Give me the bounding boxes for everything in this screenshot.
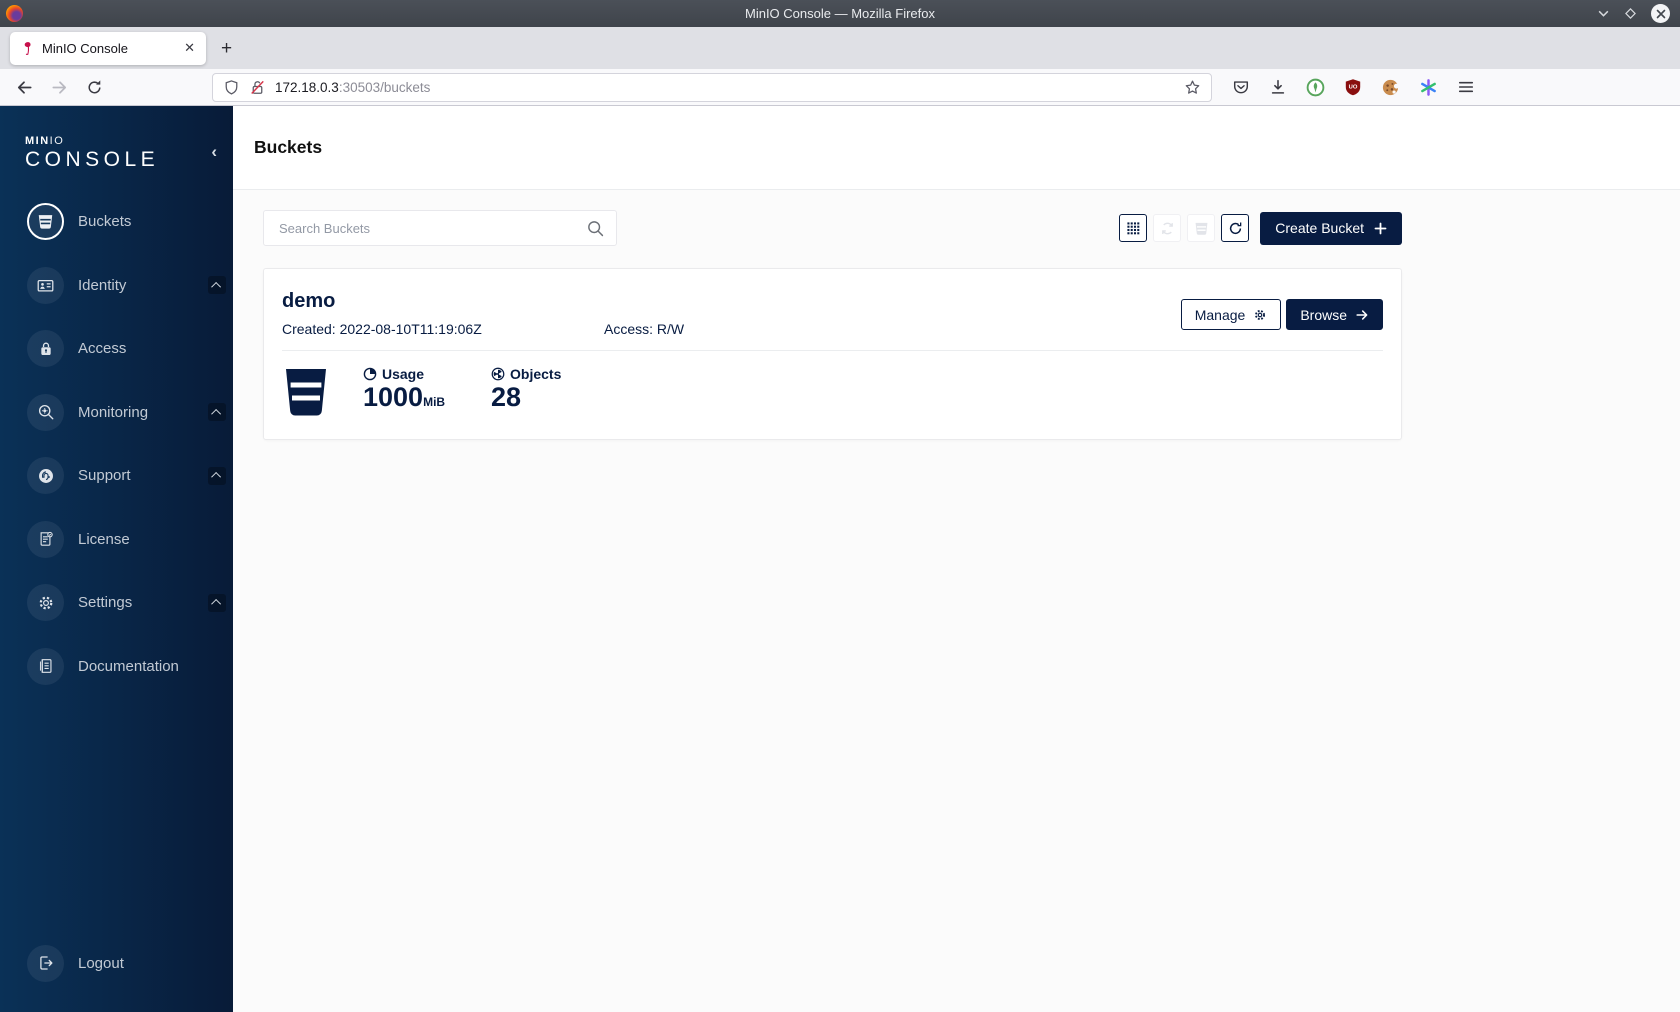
chevron-up-icon[interactable] xyxy=(208,403,226,422)
browse-label: Browse xyxy=(1300,306,1347,323)
chevron-up-icon[interactable] xyxy=(208,276,226,295)
gear-icon xyxy=(1255,309,1266,320)
sidebar-item-label: Identity xyxy=(78,276,127,294)
sidebar-item-buckets[interactable]: Buckets xyxy=(0,190,233,254)
sidebar-item-label: Buckets xyxy=(78,213,132,231)
manage-button[interactable]: Manage xyxy=(1180,299,1282,330)
id-card-icon xyxy=(27,266,64,304)
window-minimize-button[interactable] xyxy=(1597,7,1610,20)
svg-text:UO: UO xyxy=(1349,84,1358,90)
sidebar-item-license[interactable]: License xyxy=(0,508,233,572)
logo-console: CONSOLE xyxy=(25,148,160,171)
window-title: MinIO Console — Mozilla Firefox xyxy=(745,6,935,21)
asterisk-extension-icon[interactable] xyxy=(1419,78,1438,97)
usage-unit: MiB xyxy=(423,395,446,409)
tab-close-icon[interactable]: ✕ xyxy=(182,40,197,56)
insecure-lock-icon[interactable] xyxy=(249,79,266,96)
url-path: :30503/buckets xyxy=(338,79,431,95)
browse-button[interactable]: Browse xyxy=(1286,299,1383,330)
page-title: Buckets xyxy=(254,137,323,157)
sidebar-item-label: Settings xyxy=(78,594,133,612)
url-host: 172.18.0.3 xyxy=(275,79,339,95)
sidebar-item-label: Logout xyxy=(78,954,124,972)
forward-icon[interactable] xyxy=(49,77,69,97)
window-titlebar: MinIO Console — Mozilla Firefox xyxy=(0,0,1680,27)
replicate-buckets-button-disabled xyxy=(1153,214,1182,242)
new-tab-button[interactable]: + xyxy=(221,39,232,58)
search-box xyxy=(263,210,617,246)
minio-favicon-flamingo-icon xyxy=(24,41,31,55)
bucket-access-label: Access: R/W xyxy=(604,321,685,337)
page-header: Buckets xyxy=(233,106,1680,190)
sidebar-item-identity[interactable]: Identity xyxy=(0,254,233,318)
sidebar-item-settings[interactable]: Settings xyxy=(0,571,233,635)
plus-icon xyxy=(1374,222,1387,234)
url-text: 172.18.0.3:30503/buckets xyxy=(275,80,430,95)
chevron-up-icon[interactable] xyxy=(208,466,226,485)
back-icon[interactable] xyxy=(14,77,34,97)
bucket-name-link[interactable]: demo xyxy=(282,290,335,313)
url-bar[interactable]: 172.18.0.3:30503/buckets xyxy=(212,72,1212,102)
objects-icon xyxy=(491,367,505,381)
bucket-icon-large xyxy=(282,367,330,417)
sidebar-item-label: Documentation xyxy=(78,657,179,675)
logo-min: MIN xyxy=(25,135,50,147)
arrow-right-icon xyxy=(1356,309,1368,320)
bucket-created-label: Created: 2022-08-10T11:19:06Z xyxy=(282,321,482,337)
main-content: Buckets Search Buckets Create Bucket dem… xyxy=(233,106,1680,1012)
usage-label: Usage xyxy=(382,366,425,382)
sidebar-item-label: Monitoring xyxy=(78,403,149,421)
objects-label: Objects xyxy=(510,366,562,382)
browser-tab-bar: MinIO Console ✕ + xyxy=(0,27,1680,69)
lock-icon xyxy=(27,330,64,368)
shield-icon[interactable] xyxy=(223,79,240,96)
reload-icon[interactable] xyxy=(84,77,104,97)
pocket-icon[interactable] xyxy=(1232,78,1250,96)
bucket-card-demo[interactable]: demo Created: 2022-08-10T11:19:06Z Acces… xyxy=(263,268,1402,440)
manage-label: Manage xyxy=(1194,306,1246,323)
monitoring-search-icon xyxy=(27,393,64,431)
search-icon xyxy=(586,219,605,238)
downloads-icon[interactable] xyxy=(1269,78,1287,96)
extension-green-icon[interactable] xyxy=(1306,78,1325,97)
menu-hamburger-icon[interactable] xyxy=(1457,78,1475,96)
license-icon xyxy=(27,520,64,558)
window-close-button[interactable] xyxy=(1651,4,1670,23)
sidebar-item-support[interactable]: Support xyxy=(0,444,233,508)
ublock-origin-icon[interactable]: UO xyxy=(1344,78,1362,96)
chevron-up-icon[interactable] xyxy=(208,593,226,612)
sidebar-item-label: License xyxy=(78,530,130,548)
create-bucket-button[interactable]: Create Bucket xyxy=(1260,211,1402,245)
objects-value: 28 xyxy=(491,382,522,412)
sidebar-item-label: Support xyxy=(78,467,131,485)
minio-console-logo: MINIO CONSOLE ‹ xyxy=(0,106,233,172)
search-input[interactable] xyxy=(264,211,616,245)
refresh-button[interactable] xyxy=(1221,214,1250,242)
gear-icon xyxy=(27,584,64,622)
sidebar-item-label: Access xyxy=(78,340,127,358)
browser-toolbar: 172.18.0.3:30503/buckets UO xyxy=(0,69,1680,106)
usage-value: 1000MiB xyxy=(363,382,446,412)
bucket-icon xyxy=(27,203,64,241)
logout-icon xyxy=(27,944,64,982)
bookmark-star-icon[interactable] xyxy=(1184,79,1201,96)
sidebar-item-monitoring[interactable]: Monitoring xyxy=(0,381,233,445)
usage-pie-icon xyxy=(363,367,377,381)
delete-buckets-button-disabled xyxy=(1187,214,1216,242)
browser-tab-minio-console[interactable]: MinIO Console ✕ xyxy=(10,31,206,65)
create-bucket-label: Create Bucket xyxy=(1275,220,1364,236)
tab-title: MinIO Console xyxy=(42,40,128,56)
cookie-extension-icon[interactable] xyxy=(1381,78,1400,97)
sidebar-item-logout[interactable]: Logout xyxy=(0,932,233,996)
logo-io: IO xyxy=(49,135,65,147)
grid-view-button[interactable] xyxy=(1119,214,1148,242)
documentation-icon xyxy=(27,647,64,685)
window-maximize-button[interactable] xyxy=(1624,7,1637,20)
sidebar-item-access[interactable]: Access xyxy=(0,317,233,381)
sidebar-collapse-icon[interactable]: ‹ xyxy=(211,142,217,162)
support-icon xyxy=(27,457,64,495)
sidebar-item-documentation[interactable]: Documentation xyxy=(0,635,233,699)
sidebar: MINIO CONSOLE ‹ Buckets Identity Access … xyxy=(0,106,233,1012)
firefox-logo-icon xyxy=(6,5,23,22)
